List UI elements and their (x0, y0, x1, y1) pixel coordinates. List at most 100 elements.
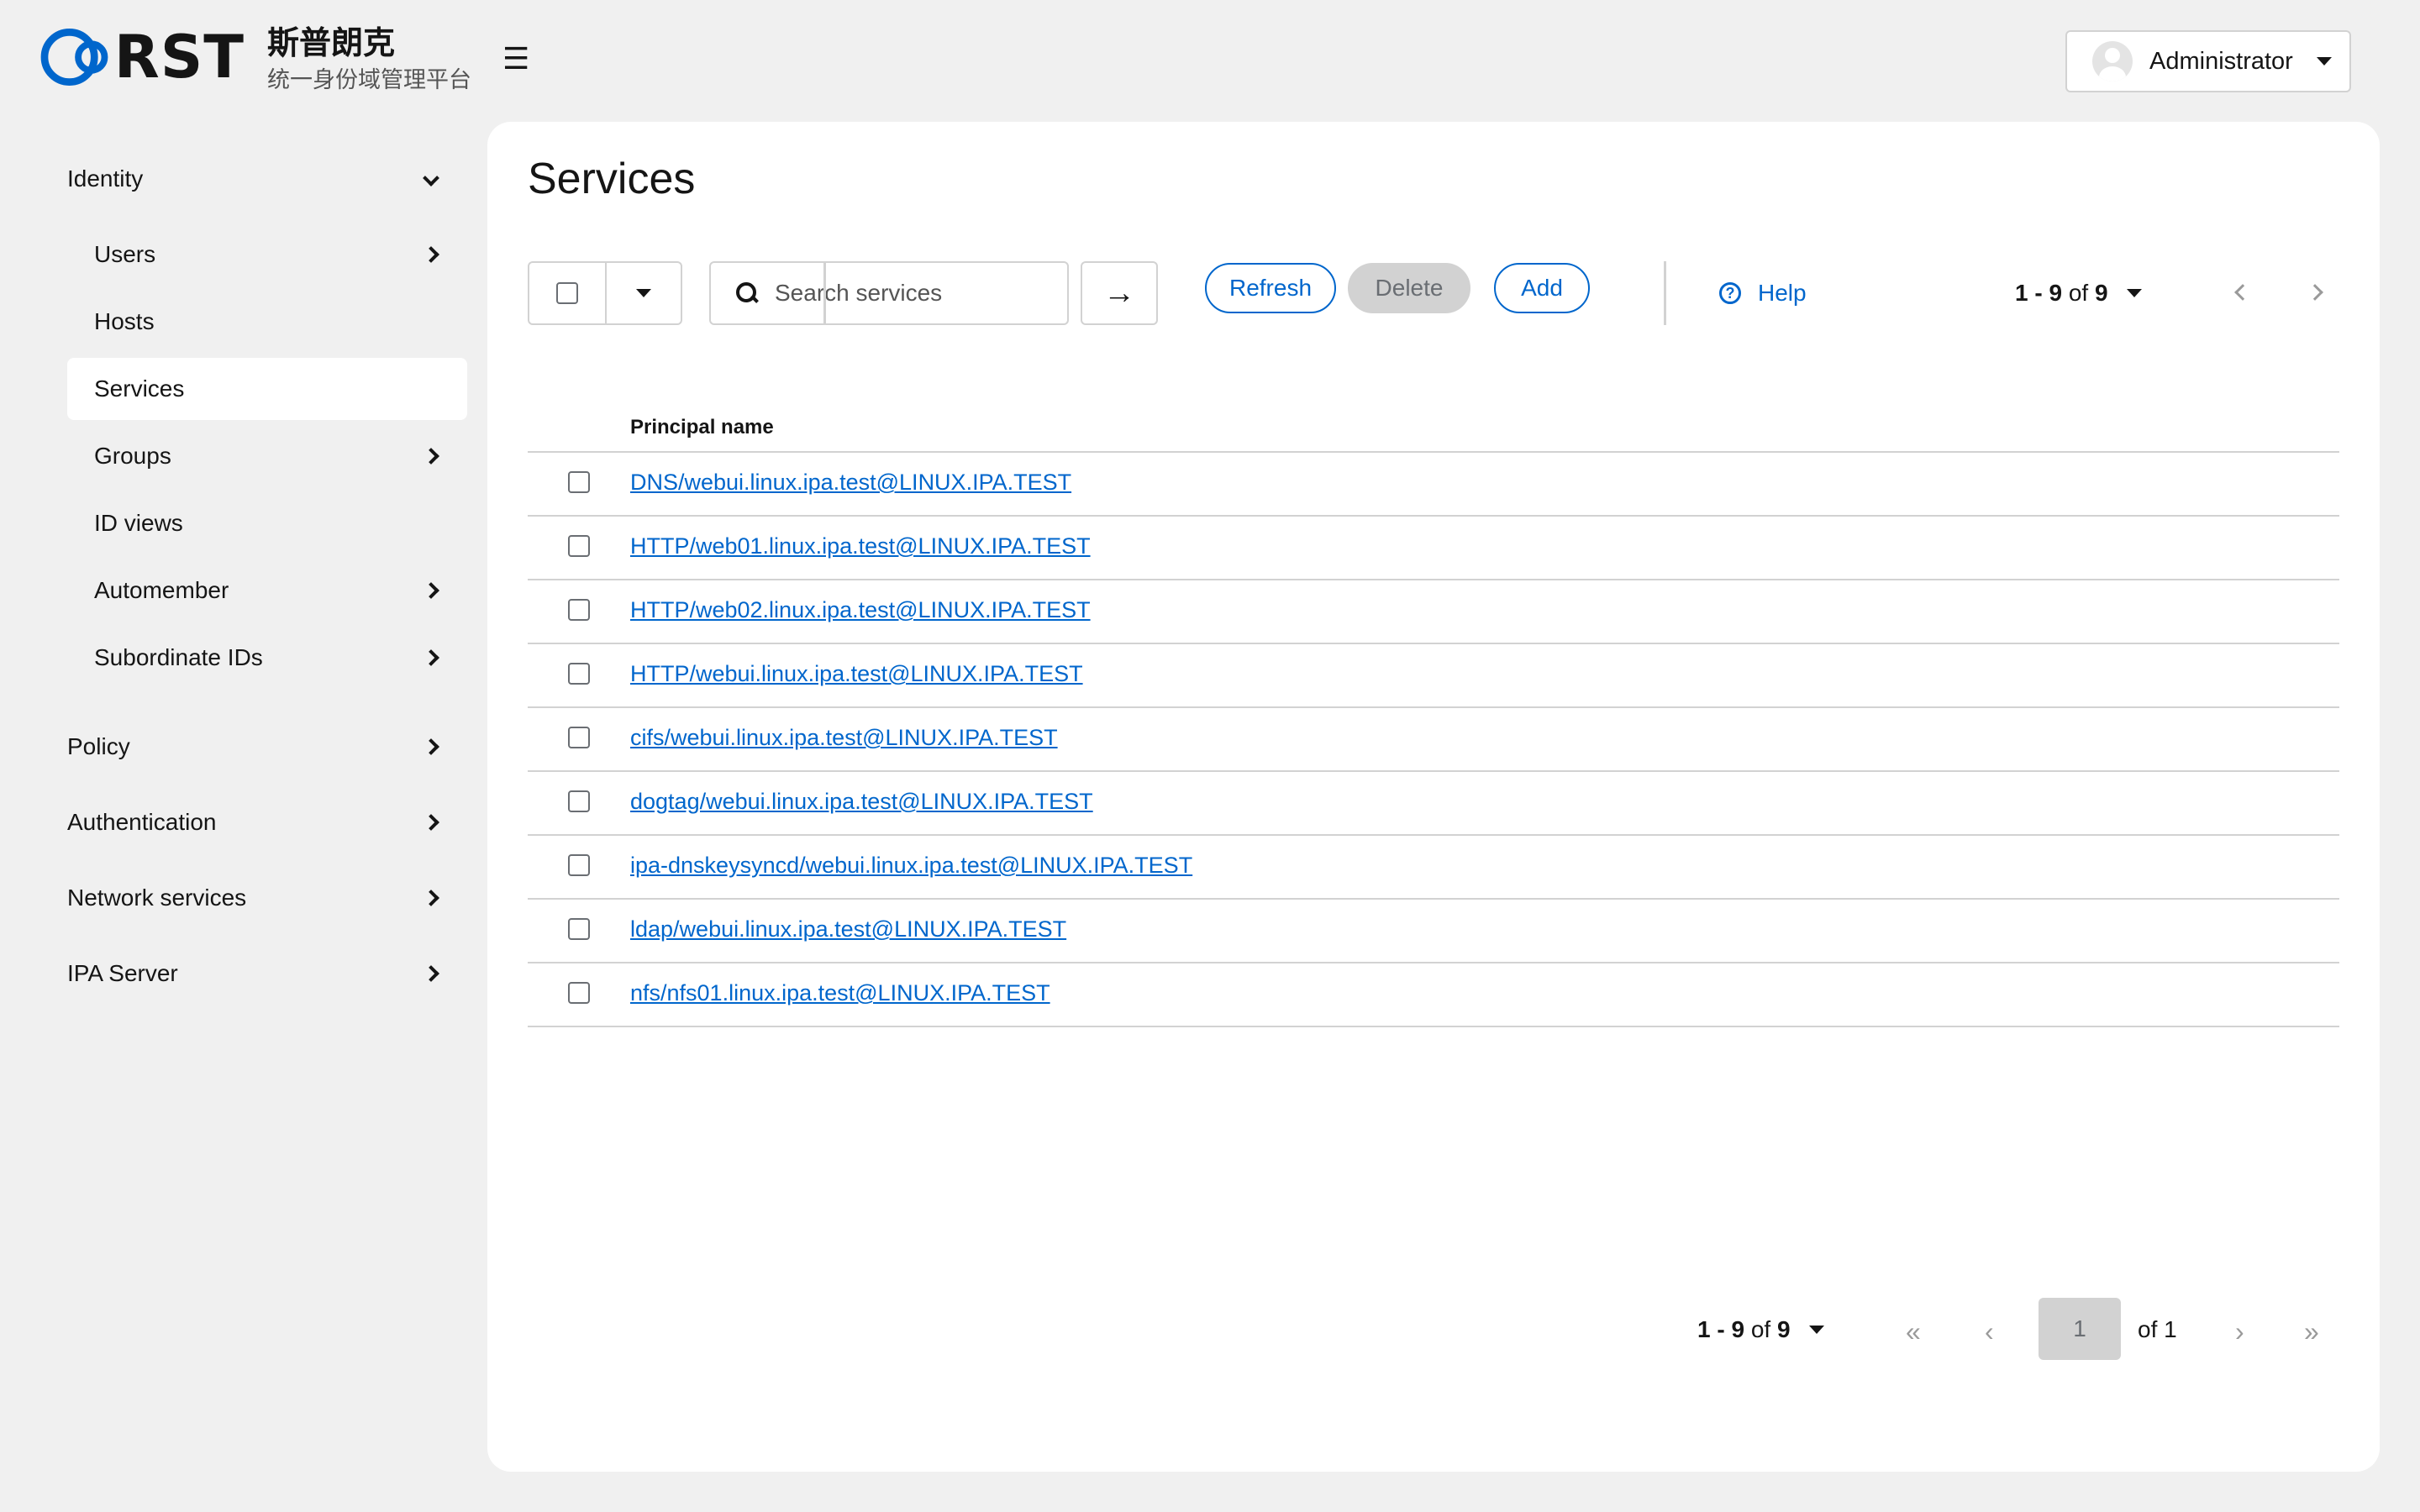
sidebar-item-services[interactable]: Services (67, 358, 467, 420)
row-checkbox[interactable] (568, 471, 590, 493)
bottom-pagination-toggle[interactable]: 1 - 9 of 9 (1697, 1298, 1824, 1362)
brand: 斯普朗克 统一身份域管理平台 (267, 22, 471, 97)
bottom-pagination: 1 - 9 of 9 « ‹ 1 of 1 › » (1697, 1298, 2353, 1362)
table-row: HTTP/web02.linux.ipa.test@LINUX.IPA.TEST (528, 580, 2339, 644)
search-input[interactable] (775, 280, 1044, 307)
next-page-icon[interactable] (2307, 284, 2323, 301)
logo-text: RST (113, 23, 245, 92)
next-page-icon[interactable]: › (2235, 1316, 2244, 1347)
chevron-right-icon (423, 890, 439, 906)
principal-link[interactable]: HTTP/web01.linux.ipa.test@LINUX.IPA.TEST (630, 533, 1091, 559)
previous-page-icon[interactable] (2234, 284, 2251, 301)
principal-link[interactable]: ldap/webui.linux.ipa.test@LINUX.IPA.TEST (630, 916, 1066, 942)
row-checkbox[interactable] (568, 727, 590, 748)
row-checkbox[interactable] (568, 918, 590, 940)
principal-link[interactable]: HTTP/web02.linux.ipa.test@LINUX.IPA.TEST (630, 597, 1091, 623)
first-page-icon[interactable]: « (1906, 1316, 1921, 1347)
table-row: dogtag/webui.linux.ipa.test@LINUX.IPA.TE… (528, 772, 2339, 836)
principal-link[interactable]: ipa-dnskeysyncd/webui.linux.ipa.test@LIN… (630, 853, 1192, 879)
sidebar-item-users[interactable]: Users (94, 238, 462, 271)
arrow-right-icon: → (1103, 275, 1135, 311)
sidebar-item-subordinate-ids[interactable]: Subordinate IDs (94, 641, 462, 675)
row-checkbox[interactable] (568, 854, 590, 876)
pagination-toggle[interactable]: 1 - 9 of 9 (2015, 261, 2142, 325)
page-title: Services (528, 155, 696, 203)
caret-down-icon (1808, 1326, 1824, 1334)
row-checkbox[interactable] (568, 790, 590, 812)
sidebar-item-label: Subordinate IDs (94, 644, 263, 670)
add-button[interactable]: Add (1494, 263, 1590, 313)
refresh-button[interactable]: Refresh (1205, 263, 1336, 313)
previous-page-icon[interactable]: ‹ (1985, 1316, 1994, 1347)
table-row: nfs/nfs01.linux.ipa.test@LINUX.IPA.TEST (528, 963, 2339, 1027)
search-box[interactable] (709, 261, 1069, 325)
column-header-principal-name[interactable]: Principal name (630, 416, 774, 439)
sidebar-item-label: Groups (94, 443, 171, 469)
sidebar-item-label: Users (94, 241, 156, 267)
row-checkbox[interactable] (568, 535, 590, 557)
sidebar-item-authentication[interactable]: Authentication (67, 806, 462, 839)
main-panel: Services → Refresh Delete Add ? Help 1 - (487, 122, 2380, 1472)
sidebar-item-groups[interactable]: Groups (94, 439, 462, 473)
principal-link[interactable]: HTTP/webui.linux.ipa.test@LINUX.IPA.TEST (630, 661, 1083, 687)
table-header: Principal name (528, 406, 2339, 453)
bulk-select-checkbox-wrap[interactable] (529, 263, 607, 323)
sidebar-item-policy[interactable]: Policy (67, 730, 462, 764)
bulk-select-toggle[interactable] (607, 263, 681, 323)
toolbar-divider (1664, 261, 1666, 325)
help-link[interactable]: ? Help (1719, 261, 1807, 325)
bulk-select[interactable] (528, 261, 682, 325)
help-icon: ? (1719, 282, 1741, 304)
sidebar-item-label: IPA Server (67, 960, 178, 986)
sidebar-item-label: Authentication (67, 809, 217, 835)
sidebar-item-label: Identity (67, 165, 144, 192)
table-row: DNS/webui.linux.ipa.test@LINUX.IPA.TEST (528, 453, 2339, 517)
avatar (2092, 41, 2133, 81)
user-menu-toggle[interactable]: Administrator (2065, 30, 2351, 92)
sidebar-item-label: Automember (94, 577, 229, 603)
principal-link[interactable]: DNS/webui.linux.ipa.test@LINUX.IPA.TEST (630, 470, 1071, 496)
caret-down-icon (636, 289, 651, 297)
sidebar-item-label: Services (94, 375, 185, 402)
logo-mark-icon (40, 28, 108, 87)
current-page-input[interactable]: 1 (2039, 1298, 2121, 1360)
search-icon (736, 282, 758, 304)
sidebar-item-network-services[interactable]: Network services (67, 881, 462, 915)
sidebar-item-automember[interactable]: Automember (94, 574, 462, 607)
chevron-down-icon (423, 170, 439, 186)
table-row: HTTP/webui.linux.ipa.test@LINUX.IPA.TEST (528, 644, 2339, 708)
search-submit-button[interactable]: → (1081, 261, 1158, 325)
page-of-label: of 1 (2138, 1316, 2177, 1342)
principal-link[interactable]: dogtag/webui.linux.ipa.test@LINUX.IPA.TE… (630, 789, 1093, 815)
sidebar-item-label: ID views (94, 510, 183, 536)
masthead: RST 斯普朗克 统一身份域管理平台 ☰ Administrator (0, 0, 2420, 122)
chevron-right-icon (423, 965, 439, 982)
pagination-range: 1 - 9 (1697, 1316, 1745, 1342)
caret-down-icon (2126, 289, 2142, 297)
toolbar-divider (823, 261, 826, 325)
delete-button[interactable]: Delete (1348, 263, 1470, 313)
sidebar-item-ipa-server[interactable]: IPA Server (67, 957, 462, 990)
row-checkbox[interactable] (568, 982, 590, 1004)
table-row: cifs/webui.linux.ipa.test@LINUX.IPA.TEST (528, 708, 2339, 772)
chevron-right-icon (423, 582, 439, 599)
sidebar-item-id-views[interactable]: ID views (94, 507, 462, 540)
brand-name: 斯普朗克 (267, 24, 396, 61)
row-checkbox[interactable] (568, 663, 590, 685)
hamburger-menu-icon[interactable]: ☰ (502, 44, 533, 74)
bulk-select-checkbox[interactable] (556, 282, 578, 304)
principal-link[interactable]: nfs/nfs01.linux.ipa.test@LINUX.IPA.TEST (630, 980, 1050, 1006)
help-label: Help (1758, 280, 1807, 306)
user-name: Administrator (2149, 47, 2293, 75)
toolbar: → Refresh Delete Add ? Help 1 - 9 of 9 (528, 261, 2343, 325)
last-page-icon[interactable]: » (2304, 1316, 2319, 1347)
row-checkbox[interactable] (568, 599, 590, 621)
pagination-total: 9 (2094, 280, 2108, 306)
chevron-right-icon (423, 448, 439, 465)
table-row: ldap/webui.linux.ipa.test@LINUX.IPA.TEST (528, 900, 2339, 963)
logo[interactable]: RST (39, 22, 245, 92)
sidebar-item-identity[interactable]: Identity (67, 162, 462, 196)
services-table: Principal name DNS/webui.linux.ipa.test@… (528, 406, 2339, 1027)
sidebar-item-hosts[interactable]: Hosts (94, 305, 462, 339)
principal-link[interactable]: cifs/webui.linux.ipa.test@LINUX.IPA.TEST (630, 725, 1058, 751)
